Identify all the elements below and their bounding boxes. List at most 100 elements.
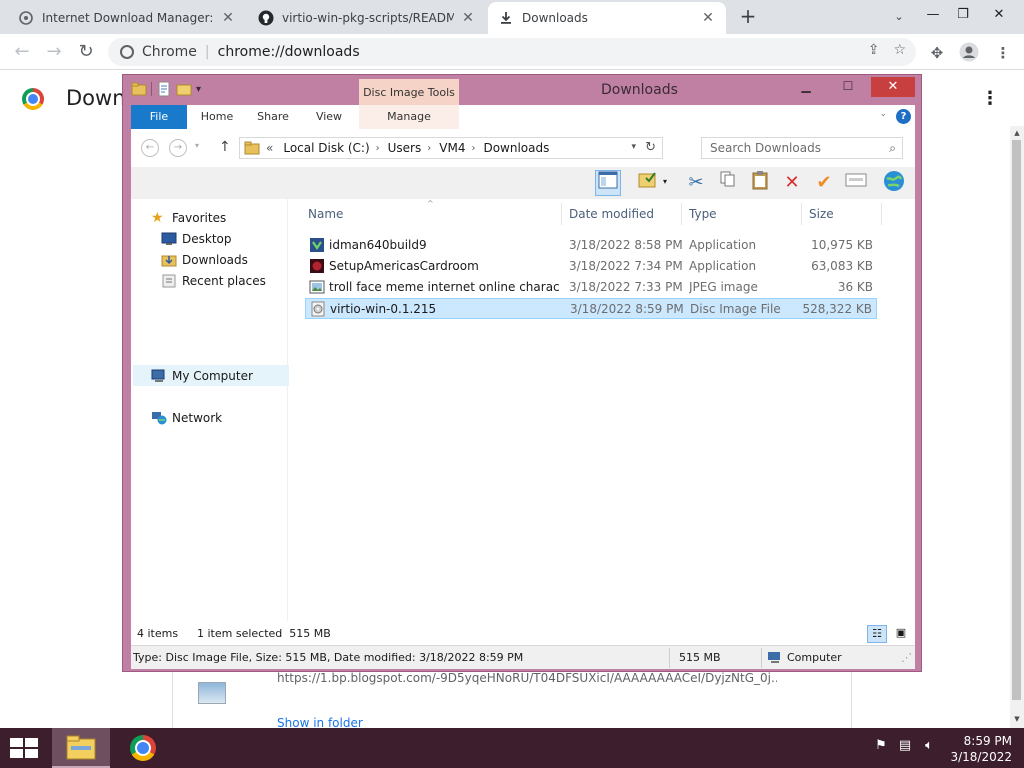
tab-share[interactable]: Share	[249, 105, 297, 129]
column-header-type[interactable]: Type	[689, 207, 717, 221]
properties-window-icon[interactable]	[843, 170, 869, 196]
tab-view[interactable]: View	[305, 105, 353, 129]
computer-small-icon	[767, 651, 783, 667]
scrollbar-thumb[interactable]	[1012, 140, 1021, 700]
tab-github[interactable]: virtio-win-pkg-scripts/README.m ✕	[248, 2, 486, 34]
nav-favorites[interactable]: ★ Favorites	[151, 211, 226, 225]
address-dropdown-chevron-icon[interactable]: ▾	[631, 142, 636, 152]
resize-grip-icon[interactable]: ⋰	[901, 651, 912, 664]
options-chevron-icon[interactable]: ▾	[663, 177, 667, 186]
tab-search-chevron-icon[interactable]: ⌄	[888, 6, 910, 28]
chrome-toolbar: ← → ↻ Chrome | chrome://downloads ⇪ ☆ ✥ …	[0, 34, 1024, 70]
reload-icon[interactable]: ↻	[74, 40, 98, 64]
ribbon-tabs: File Home Share View Manage ⌄ ?	[131, 105, 915, 129]
close-tab-icon[interactable]: ✕	[220, 10, 236, 26]
nav-recent-places[interactable]: Recent places	[161, 274, 266, 288]
address-bar[interactable]: « Local Disk (C:) › Users › VM4 › Downlo…	[239, 137, 663, 159]
chrome-menu-icon[interactable]: ⋮	[992, 42, 1014, 64]
breadcrumb-users[interactable]: Users	[388, 141, 422, 155]
forward-arrow-icon[interactable]: →	[169, 139, 187, 157]
collapse-ribbon-icon[interactable]: ⌄	[879, 109, 887, 119]
nav-my-computer[interactable]: My Computer	[133, 365, 289, 386]
breadcrumb-local-disk[interactable]: Local Disk (C:)	[283, 141, 369, 155]
idm-app-icon	[310, 238, 324, 252]
new-tab-button[interactable]: +	[736, 6, 760, 28]
recent-locations-chevron-icon[interactable]: ▾	[195, 141, 199, 150]
new-folder-icon[interactable]	[176, 81, 192, 97]
download-url[interactable]: https://1.bp.blogspot.com/-9D5yqeHNoRU/T…	[277, 671, 777, 685]
preview-pane-icon[interactable]	[595, 170, 621, 196]
nav-downloads[interactable]: Downloads	[161, 253, 248, 267]
delete-x-icon[interactable]: ✕	[779, 170, 805, 196]
column-header-date[interactable]: Date modified	[569, 207, 654, 221]
breadcrumb-vm4[interactable]: VM4	[439, 141, 465, 155]
refresh-icon[interactable]: ↻	[645, 140, 656, 155]
scroll-down-arrow-icon[interactable]: ▼	[1010, 712, 1024, 726]
close-tab-icon[interactable]: ✕	[700, 10, 716, 26]
back-arrow-icon[interactable]: ←	[141, 139, 159, 157]
extensions-puzzle-icon[interactable]: ✥	[926, 42, 948, 64]
close-tab-icon[interactable]: ✕	[460, 10, 476, 26]
computer-icon	[151, 369, 165, 382]
network-tray-icon[interactable]: ▤	[896, 738, 914, 753]
omnibox-url[interactable]: chrome://downloads	[218, 44, 360, 60]
breadcrumb-chevron-icon[interactable]: ›	[471, 143, 475, 154]
close-window-icon[interactable]: ✕	[871, 77, 915, 97]
star-icon: ★	[151, 210, 164, 226]
profile-avatar-icon[interactable]	[958, 42, 980, 64]
tab-idm[interactable]: Internet Download Manager: The ✕	[8, 2, 246, 34]
taskbar-file-explorer[interactable]	[52, 728, 110, 768]
search-placeholder: Search Downloads	[710, 141, 821, 155]
forward-arrow-icon[interactable]: →	[42, 40, 66, 64]
tab-manage[interactable]: Manage	[359, 105, 459, 129]
address-overflow[interactable]: «	[266, 141, 273, 155]
page-menu-icon[interactable]: ⋮	[980, 88, 1000, 109]
scroll-up-arrow-icon[interactable]: ▲	[1010, 126, 1024, 140]
help-icon[interactable]: ?	[896, 109, 911, 124]
share-icon[interactable]: ⇪	[868, 42, 880, 58]
search-icon: ⌕	[889, 141, 896, 155]
minimize-icon[interactable]: ▁	[791, 77, 821, 97]
chrome-icon	[130, 735, 156, 761]
network-globe-icon[interactable]	[881, 170, 907, 196]
windows-start-icon[interactable]	[10, 738, 38, 758]
file-row[interactable]: troll face meme internet online characte…	[305, 277, 877, 298]
up-arrow-icon[interactable]: ↑	[219, 139, 231, 155]
omnibox[interactable]: Chrome | chrome://downloads ⇪ ☆	[108, 38, 916, 66]
bookmark-star-icon[interactable]: ☆	[893, 42, 906, 58]
chrome-tab-strip: Internet Download Manager: The ✕ virtio-…	[0, 0, 1024, 34]
paste-clipboard-icon[interactable]	[747, 170, 773, 196]
folder-options-icon[interactable]	[635, 170, 661, 196]
network-icon	[152, 412, 167, 425]
breadcrumb-downloads[interactable]: Downloads	[483, 141, 549, 155]
nav-desktop[interactable]: Desktop	[161, 232, 232, 246]
tab-downloads[interactable]: Downloads ✕	[488, 2, 726, 34]
breadcrumb-chevron-icon[interactable]: ›	[427, 143, 431, 154]
action-center-flag-icon[interactable]: ⚑	[872, 738, 890, 753]
taskbar: ⚑ ▤ 🔈︎ 8:59 PM 3/18/2022	[0, 728, 1024, 768]
customize-qat-chevron-icon[interactable]: ▾	[196, 84, 201, 95]
properties-icon[interactable]	[156, 81, 172, 97]
large-icons-view-icon[interactable]: ▣	[891, 625, 911, 643]
breadcrumb-chevron-icon[interactable]: ›	[376, 143, 380, 154]
file-row-selected[interactable]: virtio-win-0.1.215 3/18/2022 8:59 PM Dis…	[305, 298, 877, 319]
column-header-size[interactable]: Size	[809, 207, 834, 221]
details-view-icon[interactable]: ☷	[867, 625, 887, 643]
column-header-name[interactable]: Name	[308, 207, 558, 221]
volume-muted-icon[interactable]: 🔈︎	[920, 738, 938, 753]
cut-scissors-icon[interactable]: ✂	[683, 170, 709, 196]
system-clock[interactable]: 8:59 PM 3/18/2022	[940, 733, 1012, 765]
maximize-icon[interactable]: ☐	[833, 77, 863, 97]
copy-icon[interactable]	[715, 170, 741, 196]
file-row[interactable]: idman640build9 3/18/2022 8:58 PM Applica…	[305, 235, 877, 256]
rename-check-icon[interactable]: ✔	[811, 170, 837, 196]
tab-file[interactable]: File	[131, 105, 187, 129]
close-window-icon[interactable]: ✕	[976, 0, 1022, 34]
tab-home[interactable]: Home	[193, 105, 241, 129]
folder-icon[interactable]	[131, 81, 147, 97]
taskbar-chrome[interactable]	[114, 728, 172, 768]
file-row[interactable]: SetupAmericasCardroom 3/18/2022 7:34 PM …	[305, 256, 877, 277]
search-input[interactable]: Search Downloads ⌕	[701, 137, 903, 159]
nav-network[interactable]: Network	[151, 411, 222, 425]
back-arrow-icon[interactable]: ←	[10, 40, 34, 64]
